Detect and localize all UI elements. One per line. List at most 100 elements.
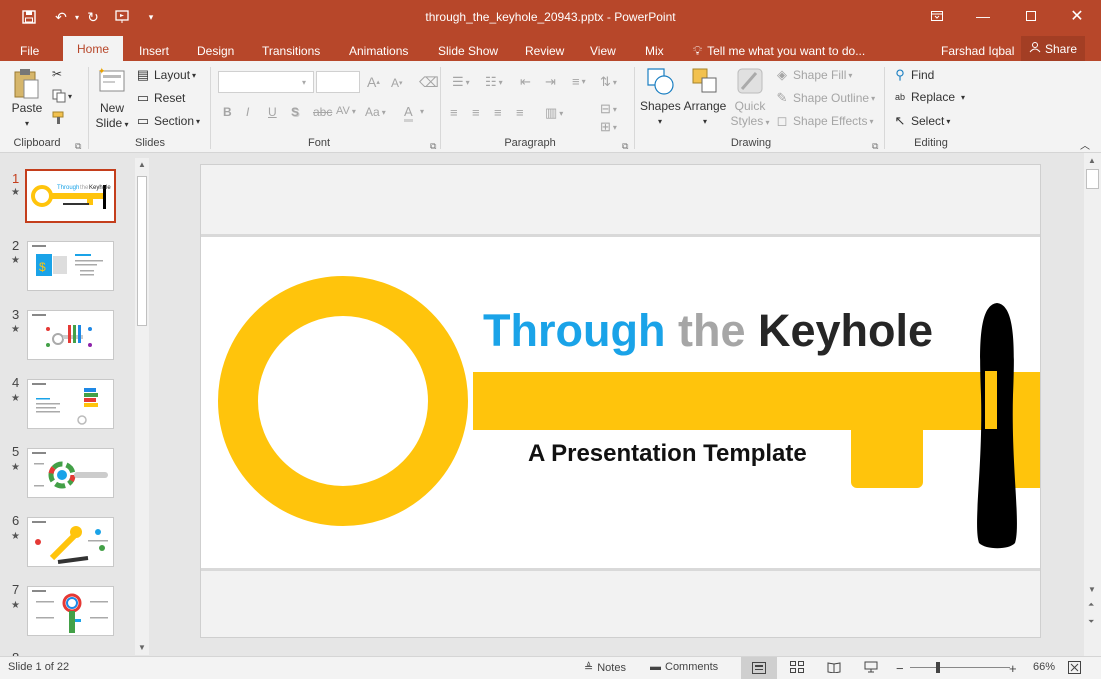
strikethrough-button[interactable]: abc bbox=[313, 105, 332, 119]
slide-thumbnail-2[interactable]: $ bbox=[27, 241, 114, 291]
font-color-dropdown-icon[interactable]: ▾ bbox=[420, 107, 424, 116]
format-painter-icon[interactable] bbox=[52, 111, 66, 125]
thumbnail-scrollbar[interactable]: ▲ ▼ bbox=[135, 158, 149, 655]
tab-view[interactable]: View bbox=[590, 40, 616, 61]
fit-slide-to-window-icon[interactable] bbox=[1068, 661, 1081, 674]
slide-thumbnail-6[interactable] bbox=[27, 517, 114, 567]
tab-file[interactable]: File bbox=[20, 40, 39, 61]
character-spacing-button[interactable]: AV ▾ bbox=[336, 105, 356, 117]
decrease-font-size-button[interactable]: A ▾ bbox=[391, 76, 403, 90]
zoom-in-icon[interactable]: + bbox=[1009, 661, 1017, 676]
paragraph-launcher-icon[interactable]: ⧉ bbox=[622, 141, 628, 152]
reading-view-icon[interactable] bbox=[827, 661, 841, 673]
align-right-icon[interactable]: ≡ bbox=[494, 105, 502, 120]
reset-button[interactable]: ▭ Reset bbox=[136, 90, 186, 106]
underline-button[interactable]: U bbox=[268, 105, 277, 119]
tab-design[interactable]: Design bbox=[197, 40, 234, 61]
clipboard-launcher-icon[interactable]: ⧉ bbox=[75, 141, 81, 152]
cut-icon[interactable]: ✂ bbox=[52, 67, 62, 81]
zoom-out-icon[interactable]: − bbox=[896, 661, 904, 676]
slide-thumbnail-4[interactable] bbox=[27, 379, 114, 429]
zoom-slider[interactable] bbox=[910, 667, 1010, 668]
slide-thumbnail-7[interactable] bbox=[27, 586, 114, 636]
tab-slide-show[interactable]: Slide Show bbox=[438, 40, 498, 61]
zoom-level[interactable]: 66% bbox=[1033, 661, 1055, 673]
font-size-box[interactable] bbox=[316, 71, 360, 93]
minimize-icon[interactable]: — bbox=[960, 0, 1006, 32]
tab-animations[interactable]: Animations bbox=[349, 40, 408, 61]
shapes-button[interactable]: Shapes ▾ bbox=[640, 65, 681, 129]
find-button[interactable]: ⚲ Find bbox=[893, 67, 934, 83]
scroll-up-arrow-icon[interactable]: ▲ bbox=[1088, 156, 1096, 165]
scroll-down-arrow-icon[interactable]: ▼ bbox=[1088, 585, 1096, 594]
user-name[interactable]: Farshad Iqbal bbox=[941, 40, 1014, 61]
tab-review[interactable]: Review bbox=[525, 40, 564, 61]
slide-show-view-icon[interactable] bbox=[864, 661, 878, 673]
ribbon-display-options-icon[interactable] bbox=[914, 0, 960, 32]
replace-button[interactable]: ab Replace ▾ bbox=[893, 90, 965, 104]
bullets-icon[interactable]: ☰ ▾ bbox=[452, 74, 470, 90]
shape-outline-button[interactable]: ✎ Shape Outline ▾ bbox=[775, 90, 876, 106]
copy-icon[interactable]: ▾ bbox=[52, 89, 72, 103]
close-icon[interactable]: ✕ bbox=[1054, 0, 1100, 32]
section-button[interactable]: ▭ Section ▾ bbox=[136, 113, 200, 129]
justify-icon[interactable]: ≡ bbox=[516, 105, 524, 120]
layout-button[interactable]: ▤ Layout ▾ bbox=[136, 67, 196, 83]
slide-thumbnail-3[interactable] bbox=[27, 310, 114, 360]
comments-button[interactable]: ▬ Comments bbox=[650, 661, 718, 673]
text-direction-icon[interactable]: ⇅ ▾ bbox=[600, 74, 617, 90]
increase-font-size-button[interactable]: A ▴ bbox=[367, 74, 380, 90]
scroll-down-arrow-icon[interactable]: ▼ bbox=[138, 643, 146, 652]
paste-button[interactable]: Paste ▾ bbox=[8, 67, 46, 131]
scroll-up-arrow-icon[interactable]: ▲ bbox=[138, 160, 146, 169]
slide-subtitle[interactable]: A Presentation Template bbox=[528, 440, 807, 468]
slide-sorter-view-icon[interactable] bbox=[790, 661, 804, 673]
slide-thumbnail-1[interactable]: Through the Keyhole bbox=[25, 169, 116, 223]
font-name-dropdown-icon[interactable]: ▾ bbox=[302, 71, 314, 93]
clear-formatting-icon[interactable]: ⌫ bbox=[419, 74, 439, 91]
slide-scrollbar-thumb[interactable] bbox=[1086, 169, 1099, 189]
quick-styles-button[interactable]: Quick Styles ▾ bbox=[730, 65, 770, 130]
collapse-ribbon-icon[interactable]: ︿ bbox=[1080, 137, 1090, 152]
arrange-button[interactable]: Arrange ▾ bbox=[682, 65, 728, 129]
slide-scrollbar[interactable]: ▲ ▼ ⏶ ⏷ bbox=[1084, 153, 1101, 656]
new-slide-button[interactable]: ✦ New Slide ▾ bbox=[94, 65, 130, 132]
maximize-icon[interactable] bbox=[1008, 0, 1054, 32]
align-text-icon[interactable]: ⊟ ▾ bbox=[600, 101, 617, 117]
decrease-indent-icon[interactable]: ⇤ bbox=[520, 74, 531, 90]
smartart-icon[interactable]: ⊞ ▾ bbox=[600, 119, 617, 135]
notes-button[interactable]: ≜ Notes bbox=[584, 661, 626, 675]
line-spacing-icon[interactable]: ≡ ▾ bbox=[572, 74, 586, 89]
italic-button[interactable]: I bbox=[246, 105, 249, 119]
share-button[interactable]: Share bbox=[1021, 36, 1086, 61]
zoom-slider-thumb[interactable] bbox=[936, 662, 940, 673]
tab-mix[interactable]: Mix bbox=[645, 40, 664, 61]
slide-thumbnail-5[interactable] bbox=[27, 448, 114, 498]
scrollbar-thumb[interactable] bbox=[137, 176, 147, 326]
columns-icon[interactable]: ▥ ▾ bbox=[545, 105, 563, 121]
tab-insert[interactable]: Insert bbox=[139, 40, 169, 61]
bold-button[interactable]: B bbox=[223, 105, 232, 119]
align-center-icon[interactable]: ≡ bbox=[472, 105, 480, 120]
previous-slide-icon[interactable]: ⏶ bbox=[1088, 600, 1094, 610]
slide-canvas[interactable]: Through the Keyhole A Presentation Templ… bbox=[200, 164, 1041, 638]
increase-indent-icon[interactable]: ⇥ bbox=[545, 74, 556, 90]
slide-title[interactable]: Through the Keyhole bbox=[483, 308, 933, 353]
change-case-button[interactable]: Aa ▾ bbox=[365, 105, 386, 119]
font-name-box[interactable] bbox=[218, 71, 314, 93]
select-button[interactable]: ↖ Select ▾ bbox=[893, 113, 951, 129]
shape-fill-button[interactable]: ◈ Shape Fill ▾ bbox=[775, 67, 852, 83]
tab-home[interactable]: Home bbox=[63, 36, 124, 61]
separator bbox=[88, 67, 89, 149]
numbering-icon[interactable]: ☷ ▾ bbox=[485, 74, 503, 90]
normal-view-icon[interactable] bbox=[741, 657, 777, 679]
align-left-icon[interactable]: ≡ bbox=[450, 105, 458, 120]
font-color-button[interactable]: A bbox=[404, 104, 413, 122]
drawing-launcher-icon[interactable]: ⧉ bbox=[872, 141, 878, 152]
text-shadow-button[interactable]: S bbox=[291, 105, 299, 119]
shape-effects-button[interactable]: ◻ Shape Effects ▾ bbox=[775, 113, 874, 129]
tell-me-box[interactable]: 💡︎ Tell me what you want to do... bbox=[693, 40, 865, 61]
next-slide-icon[interactable]: ⏷ bbox=[1088, 617, 1094, 627]
tab-transitions[interactable]: Transitions bbox=[262, 40, 320, 61]
font-launcher-icon[interactable]: ⧉ bbox=[430, 141, 436, 152]
